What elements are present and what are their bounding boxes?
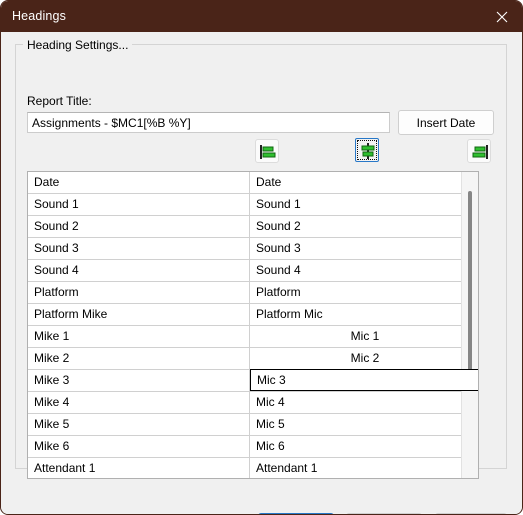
heading-value-cell[interactable]: Platform	[250, 282, 478, 303]
table-row[interactable]: Date Date	[28, 172, 478, 194]
heading-value-cell[interactable]: Attendant 1	[250, 458, 478, 478]
table-row[interactable]: Sound 3 Sound 3	[28, 238, 478, 260]
dialog-body: Heading Settings... Report Title: Insert…	[1, 32, 522, 514]
heading-value-cell[interactable]: Date	[250, 172, 478, 193]
align-right-button[interactable]	[467, 139, 491, 163]
heading-value-cell[interactable]: Sound 3	[250, 238, 478, 259]
heading-value-cell[interactable]: Sound 2	[250, 216, 478, 237]
table-row[interactable]: Platform Platform	[28, 282, 478, 304]
heading-key-cell[interactable]: Attendant 1	[28, 458, 250, 478]
table-row[interactable]: Mike 2 Mic 2	[28, 348, 478, 370]
insert-date-button[interactable]: Insert Date	[398, 110, 494, 135]
heading-key-cell[interactable]: Sound 3	[28, 238, 250, 259]
heading-value-cell[interactable]: Platform Mic	[250, 304, 478, 325]
report-title-input[interactable]	[27, 112, 390, 133]
heading-key-cell[interactable]: Mike 4	[28, 392, 250, 413]
heading-settings-label: Heading Settings...	[23, 38, 133, 52]
headings-table-body: Date Date Sound 1 Sound 1 Sound 2 Sound 2 Soun…	[28, 172, 478, 478]
heading-key-cell[interactable]: Platform	[28, 282, 250, 303]
table-row[interactable]: Mike 3 Mic 3	[28, 369, 478, 392]
table-row[interactable]: Mike 1 Mic 1	[28, 326, 478, 348]
heading-value-cell[interactable]: Mic 2	[250, 348, 478, 369]
table-row[interactable]: Sound 1 Sound 1	[28, 194, 478, 216]
heading-value-cell[interactable]: Mic 6	[250, 436, 478, 457]
heading-value-cell[interactable]: Sound 4	[250, 260, 478, 281]
heading-key-cell[interactable]: Date	[28, 172, 250, 193]
heading-value-cell[interactable]: Mic 4	[250, 392, 478, 413]
headings-dialog: Headings Heading Settings... Report Titl…	[0, 0, 523, 515]
table-row[interactable]: Sound 2 Sound 2	[28, 216, 478, 238]
heading-key-cell[interactable]: Mike 1	[28, 326, 250, 347]
heading-key-cell[interactable]: Platform Mike	[28, 304, 250, 325]
heading-value-cell[interactable]: Sound 1	[250, 194, 478, 215]
heading-key-cell[interactable]: Sound 1	[28, 194, 250, 215]
heading-value-cell[interactable]: Mic 5	[250, 414, 478, 435]
vertical-scrollbar[interactable]	[461, 172, 478, 478]
heading-value-cell[interactable]: Mic 3	[250, 369, 478, 391]
heading-key-cell[interactable]: Mike 3	[28, 370, 250, 391]
window-title: Headings	[12, 9, 67, 23]
table-row[interactable]: Mike 5 Mic 5	[28, 414, 478, 436]
headings-table[interactable]: Date Date Sound 1 Sound 1 Sound 2 Sound 2 Soun…	[27, 171, 479, 479]
table-row[interactable]: Platform Mike Platform Mic	[28, 304, 478, 326]
table-row[interactable]: Mike 4 Mic 4	[28, 392, 478, 414]
close-button[interactable]	[479, 1, 522, 32]
heading-key-cell[interactable]: Sound 2	[28, 216, 250, 237]
align-center-button[interactable]	[355, 138, 379, 162]
heading-key-cell[interactable]: Mike 6	[28, 436, 250, 457]
table-row[interactable]: Sound 4 Sound 4	[28, 260, 478, 282]
heading-key-cell[interactable]: Mike 5	[28, 414, 250, 435]
titlebar: Headings	[1, 1, 522, 32]
table-row[interactable]: Mike 6 Mic 6	[28, 436, 478, 458]
heading-value-cell[interactable]: Mic 1	[250, 326, 478, 347]
heading-key-cell[interactable]: Mike 2	[28, 348, 250, 369]
align-left-button[interactable]	[255, 139, 279, 163]
scrollbar-thumb[interactable]	[468, 191, 472, 388]
heading-key-cell[interactable]: Sound 4	[28, 260, 250, 281]
close-icon	[496, 11, 508, 23]
table-row[interactable]: Attendant 1 Attendant 1	[28, 458, 478, 478]
report-title-label: Report Title:	[27, 94, 92, 108]
